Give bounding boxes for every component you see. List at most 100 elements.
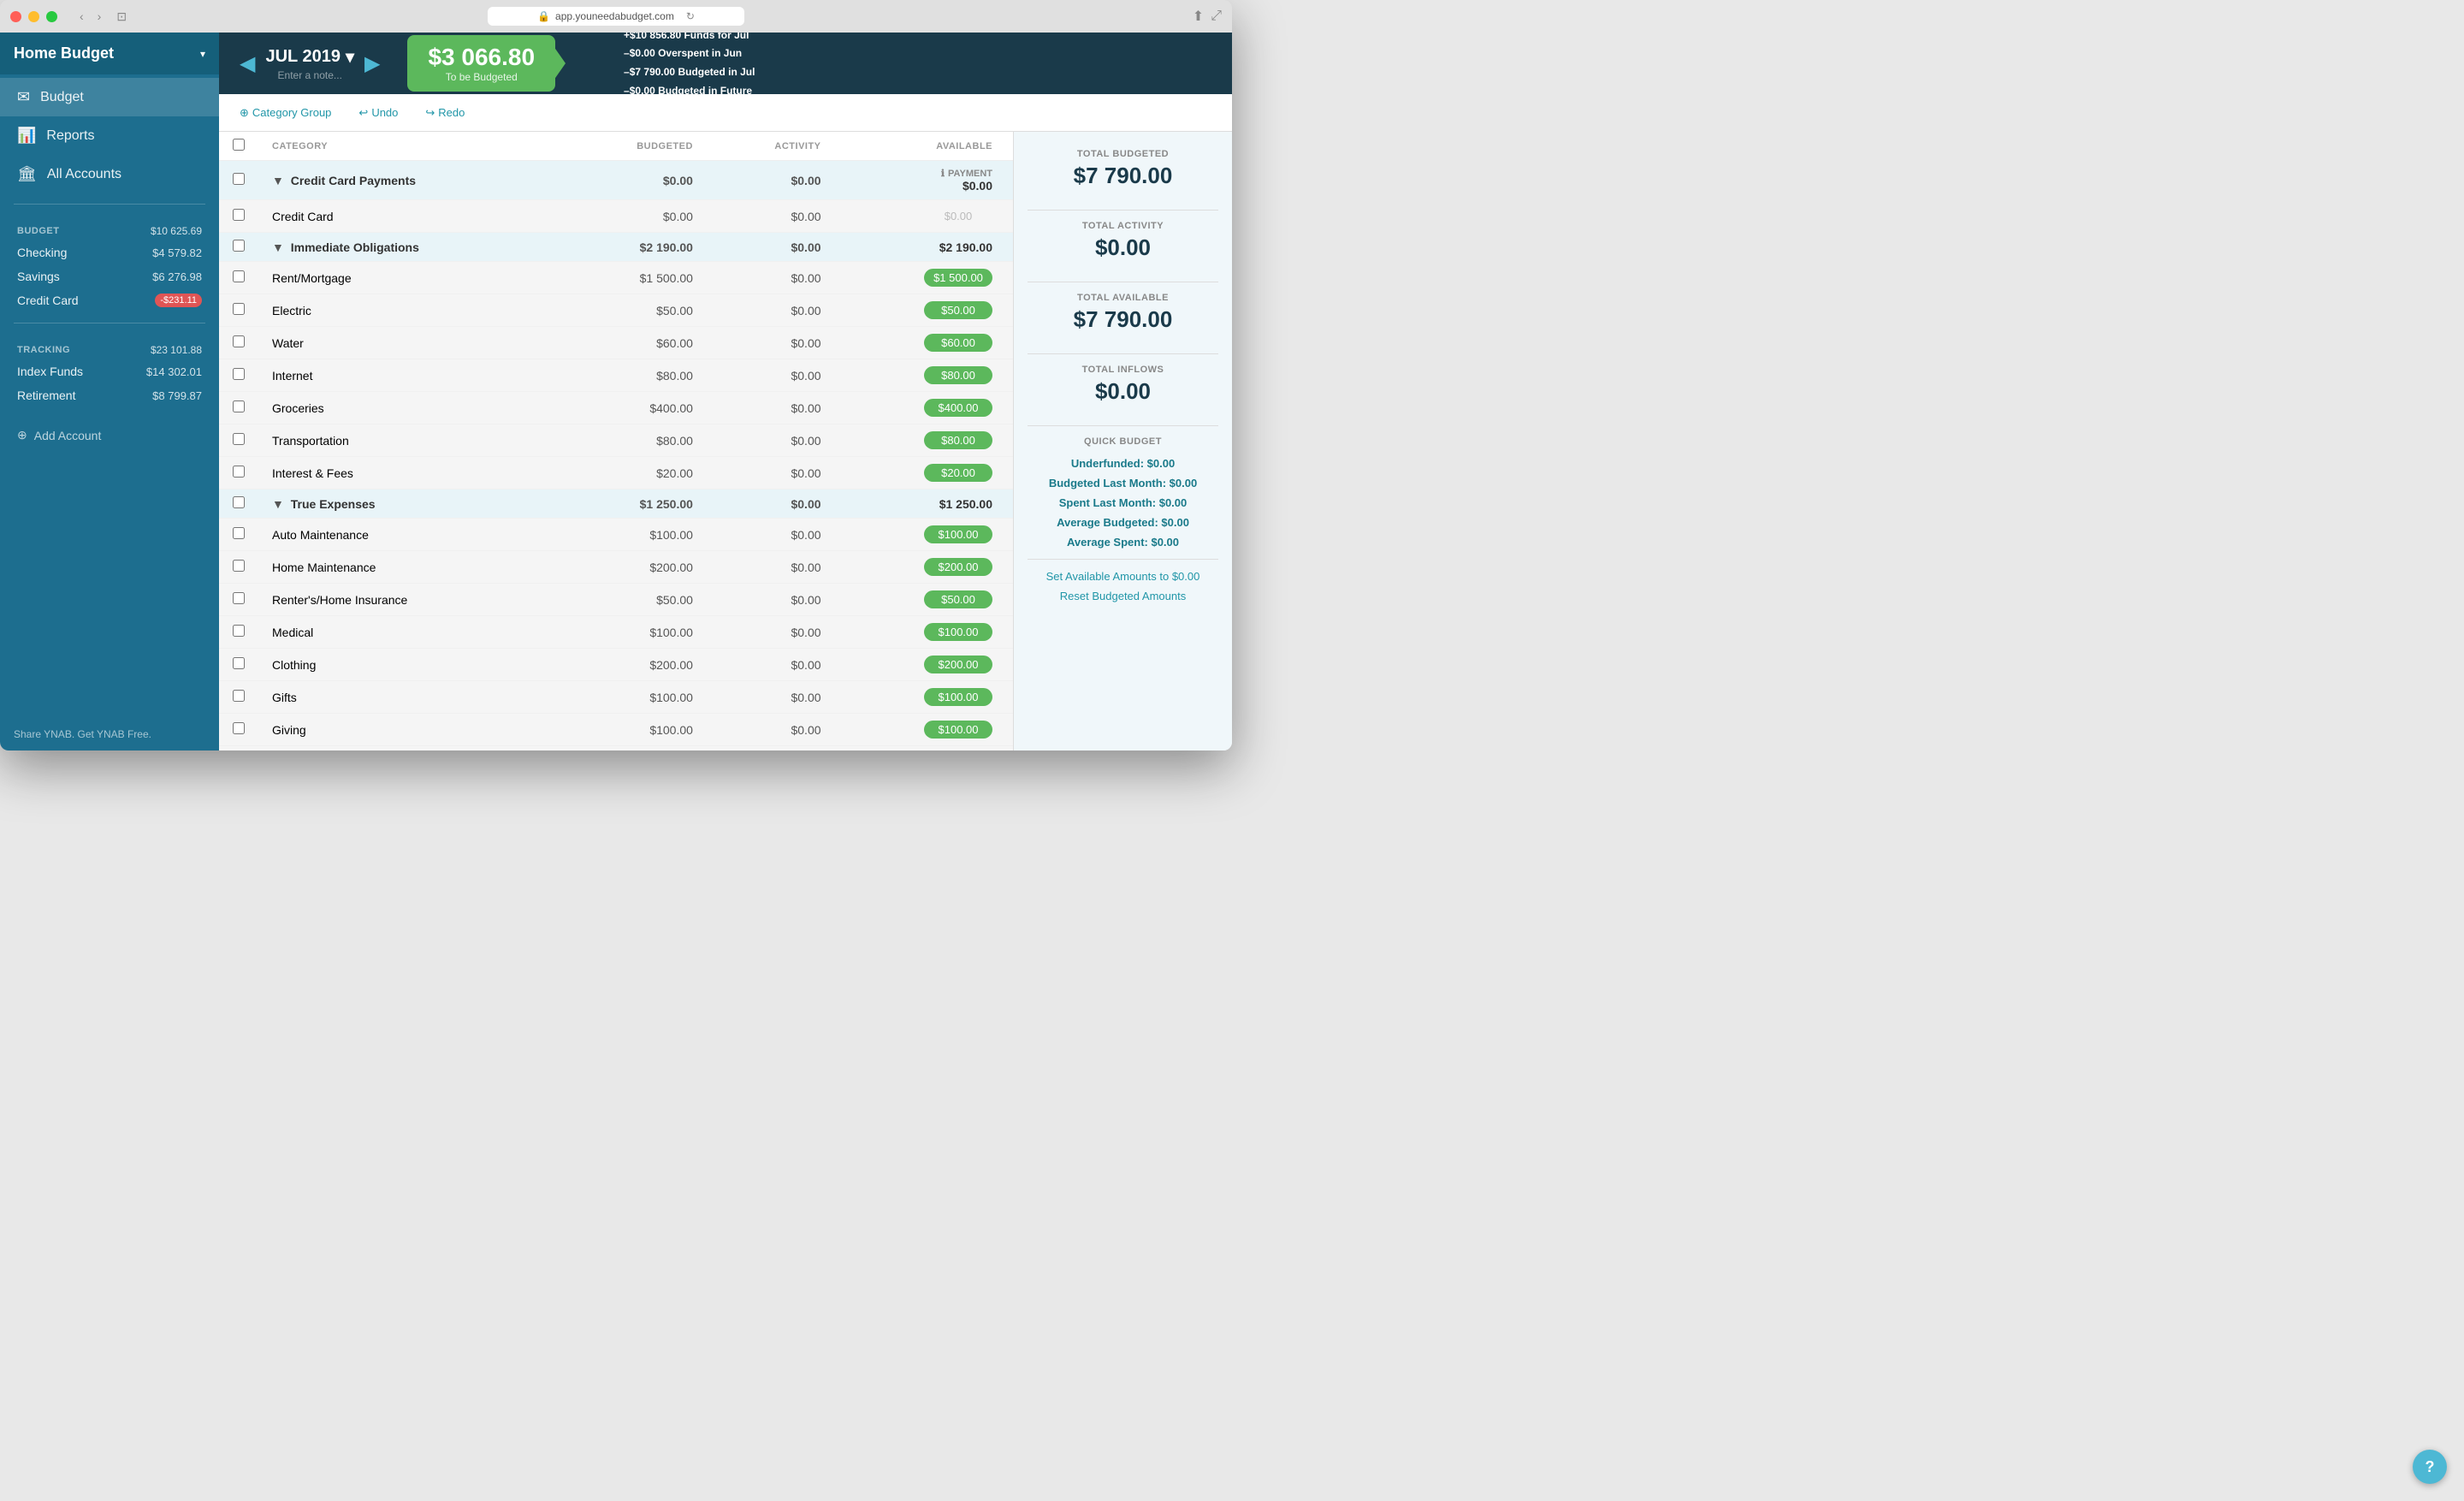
prev-month-button[interactable]: ◀	[240, 51, 255, 76]
sidebar-account-savings[interactable]: Savings $6 276.98	[14, 264, 205, 288]
minimize-traffic-light[interactable]	[28, 11, 39, 22]
checkbox-internet[interactable]	[233, 368, 245, 380]
undo-button[interactable]: ↩ Undo	[352, 103, 405, 123]
group-toggle-true-expenses[interactable]: ▼	[272, 497, 284, 511]
gifts-budgeted[interactable]: $100.00	[561, 681, 707, 714]
group-name-true-expenses[interactable]: ▼ True Expenses	[258, 489, 561, 519]
sidebar-account-credit-card[interactable]: Credit Card -$231.11	[14, 288, 205, 312]
budgeted-last-month-item[interactable]: Budgeted Last Month: $0.00	[1028, 477, 1218, 489]
groceries-name[interactable]: Groceries	[258, 392, 561, 424]
renters-insurance-budgeted[interactable]: $50.00	[561, 584, 707, 616]
checkbox-electric[interactable]	[233, 303, 245, 315]
group-toggle-immediate[interactable]: ▼	[272, 240, 284, 254]
zoom-traffic-light[interactable]	[46, 11, 57, 22]
transportation-name[interactable]: Transportation	[258, 424, 561, 457]
checkbox-renters-insurance[interactable]	[233, 592, 245, 604]
month-selector[interactable]: JUL 2019 ▾	[265, 46, 354, 68]
total-inflows-section: TOTAL INFLOWS $0.00	[1028, 365, 1218, 405]
internet-budgeted[interactable]: $80.00	[561, 359, 707, 392]
auto-maintenance-budgeted[interactable]: $100.00	[561, 519, 707, 551]
electric-budgeted[interactable]: $50.00	[561, 294, 707, 327]
forward-button[interactable]: ›	[92, 8, 107, 25]
computer-replacement-name[interactable]: Computer Replacement	[258, 746, 561, 751]
checkbox-clothing[interactable]	[233, 657, 245, 669]
interest-fees-name[interactable]: Interest & Fees	[258, 457, 561, 489]
interest-fees-budgeted[interactable]: $20.00	[561, 457, 707, 489]
underfunded-item[interactable]: Underfunded: $0.00	[1028, 457, 1218, 470]
credit-card-name[interactable]: Credit Card	[258, 200, 561, 233]
renters-insurance-name[interactable]: Renter's/Home Insurance	[258, 584, 561, 616]
electric-name[interactable]: Electric	[258, 294, 561, 327]
sidebar-item-budget[interactable]: ✉ Budget	[0, 78, 219, 116]
sidebar-account-checking[interactable]: Checking $4 579.82	[14, 240, 205, 264]
giving-name[interactable]: Giving	[258, 714, 561, 746]
computer-replacement-budgeted[interactable]: $200.00	[561, 746, 707, 751]
checkbox-medical[interactable]	[233, 625, 245, 637]
home-maintenance-name[interactable]: Home Maintenance	[258, 551, 561, 584]
gifts-name[interactable]: Gifts	[258, 681, 561, 714]
clothing-budgeted[interactable]: $200.00	[561, 649, 707, 681]
spent-last-month-item[interactable]: Spent Last Month: $0.00	[1028, 496, 1218, 509]
sidebar-item-reports[interactable]: 📊 Reports	[0, 116, 219, 155]
medical-budgeted[interactable]: $100.00	[561, 616, 707, 649]
medical-name[interactable]: Medical	[258, 616, 561, 649]
checkbox-transportation[interactable]	[233, 433, 245, 445]
average-budgeted-item[interactable]: Average Budgeted: $0.00	[1028, 516, 1218, 529]
sidebar-account-index-funds[interactable]: Index Funds $14 302.01	[14, 359, 205, 383]
redo-icon: ↪	[425, 106, 435, 120]
water-name[interactable]: Water	[258, 327, 561, 359]
average-spent-item[interactable]: Average Spent: $0.00	[1028, 536, 1218, 549]
set-available-link[interactable]: Set Available Amounts to $0.00	[1028, 570, 1218, 583]
group-checkbox-1[interactable]	[233, 173, 245, 185]
funds-for-jul: +$10 856.80 Funds for Jul	[624, 33, 755, 44]
clothing-name[interactable]: Clothing	[258, 649, 561, 681]
checkbox-interest-fees[interactable]	[233, 466, 245, 478]
checkbox-credit-card[interactable]	[233, 209, 245, 221]
add-account-button[interactable]: ⊕ Add Account	[0, 418, 219, 453]
fullscreen-button[interactable]: ⤢	[1211, 8, 1222, 25]
reset-budgeted-link[interactable]: Reset Budgeted Amounts	[1028, 590, 1218, 602]
interest-fees-activity: $0.00	[707, 457, 835, 489]
redo-button[interactable]: ↪ Redo	[418, 103, 471, 123]
rent-name[interactable]: Rent/Mortgage	[258, 262, 561, 294]
internet-name[interactable]: Internet	[258, 359, 561, 392]
close-traffic-light[interactable]	[10, 11, 21, 22]
group-checkbox-true-expenses[interactable]	[233, 496, 245, 508]
transportation-budgeted[interactable]: $80.00	[561, 424, 707, 457]
row-computer-replacement: Computer Replacement $200.00 $0.00 $200.…	[219, 746, 1013, 751]
share-button[interactable]: ⬆	[1193, 8, 1204, 25]
checkbox-gifts[interactable]	[233, 690, 245, 702]
month-navigation: ◀ JUL 2019 ▾ Enter a note... ▶	[240, 46, 380, 81]
home-maintenance-budgeted[interactable]: $200.00	[561, 551, 707, 584]
checkbox-home-maintenance[interactable]	[233, 560, 245, 572]
rent-budgeted[interactable]: $1 500.00	[561, 262, 707, 294]
back-button[interactable]: ‹	[74, 8, 89, 25]
add-category-group-button[interactable]: ⊕ Category Group	[233, 103, 338, 123]
water-budgeted[interactable]: $60.00	[561, 327, 707, 359]
checkbox-groceries[interactable]	[233, 400, 245, 412]
sidebar-dropdown-icon[interactable]: ▾	[200, 48, 205, 60]
group-checkbox-immediate[interactable]	[233, 240, 245, 252]
month-note[interactable]: Enter a note...	[278, 69, 342, 81]
rent-available-pill: $1 500.00	[924, 269, 992, 287]
group-name-immediate[interactable]: ▼ Immediate Obligations	[258, 233, 561, 262]
help-button[interactable]: ?	[2413, 1450, 2447, 1484]
home-maintenance-available-pill: $200.00	[924, 558, 992, 576]
url-bar[interactable]: 🔒 app.youneedabudget.com ↻	[488, 7, 744, 26]
sidebar-toggle-button[interactable]: ⊡	[116, 9, 127, 24]
checkbox-auto-maintenance[interactable]	[233, 527, 245, 539]
giving-budgeted[interactable]: $100.00	[561, 714, 707, 746]
sidebar-footer: Share YNAB. Get YNAB Free.	[0, 718, 219, 750]
next-month-button[interactable]: ▶	[364, 51, 380, 76]
checkbox-giving[interactable]	[233, 722, 245, 734]
checkbox-rent[interactable]	[233, 270, 245, 282]
group-name-cell-1[interactable]: ▼ Credit Card Payments	[258, 161, 561, 200]
credit-card-budgeted[interactable]: $0.00	[561, 200, 707, 233]
checkbox-water[interactable]	[233, 335, 245, 347]
sidebar-account-retirement[interactable]: Retirement $8 799.87	[14, 383, 205, 407]
group-toggle-1[interactable]: ▼	[272, 174, 284, 187]
select-all-checkbox[interactable]	[233, 139, 245, 151]
auto-maintenance-name[interactable]: Auto Maintenance	[258, 519, 561, 551]
sidebar-item-all-accounts[interactable]: 🏛 All Accounts	[0, 155, 219, 193]
groceries-budgeted[interactable]: $400.00	[561, 392, 707, 424]
